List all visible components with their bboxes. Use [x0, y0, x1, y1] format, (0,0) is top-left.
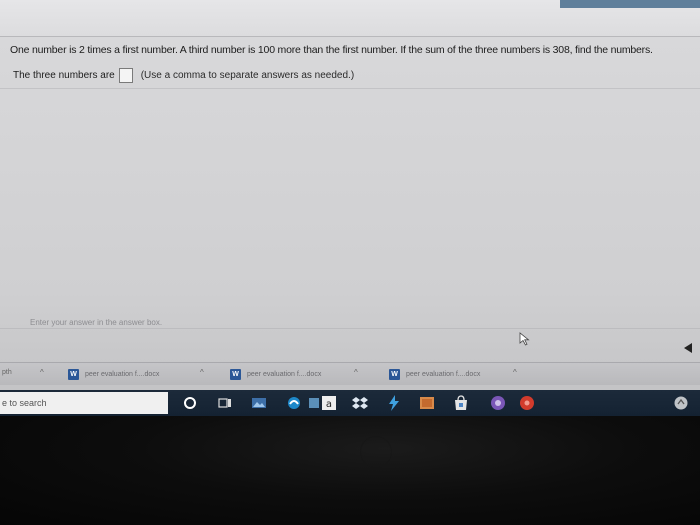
photos-app-icon[interactable] — [250, 394, 268, 412]
download-item[interactable]: W peer evaluation f....docx — [230, 367, 321, 381]
svg-text:a: a — [326, 399, 332, 410]
download-item-name: peer evaluation f....docx — [247, 370, 322, 378]
mouse-cursor-icon — [519, 332, 530, 346]
question-text: One number is 2 times a first number. A … — [10, 44, 653, 56]
hp-logo-icon — [360, 436, 392, 468]
downloads-bar: pth ^ W peer evaluation f....docx ^ W pe… — [0, 362, 700, 385]
answer-row: The three numbers are (Use a comma to se… — [13, 68, 354, 83]
windows-taskbar: e to search a — [0, 390, 700, 416]
header-bar — [0, 0, 700, 37]
divider — [0, 88, 700, 89]
task-view-icon[interactable] — [216, 394, 234, 412]
answer-label: The three numbers are — [13, 70, 115, 81]
lightning-icon[interactable] — [385, 394, 403, 412]
dropbox-icon[interactable] — [351, 394, 369, 412]
chevron-up-icon[interactable]: ^ — [40, 368, 44, 377]
edge-browser-icon[interactable] — [285, 394, 303, 412]
download-item-name: peer evaluation f....docx — [406, 370, 481, 378]
download-item-name: peer evaluation f....docx — [85, 370, 160, 378]
header-accent — [560, 0, 700, 8]
answer-hint: (Use a comma to separate answers as need… — [140, 70, 355, 81]
search-placeholder: e to search — [2, 398, 47, 408]
chevron-up-icon[interactable]: ^ — [200, 368, 204, 377]
status-message: Enter your answer in the answer box. — [30, 318, 163, 327]
word-file-icon: W — [68, 368, 79, 380]
word-file-icon: W — [230, 368, 241, 380]
chevron-up-icon[interactable]: ^ — [513, 368, 517, 377]
store-icon[interactable] — [452, 394, 470, 412]
download-item[interactable]: W peer evaluation f....docx — [68, 367, 159, 381]
system-tray-icon[interactable] — [672, 394, 690, 412]
media-app-icon[interactable] — [518, 394, 536, 412]
amazon-icon[interactable]: a — [320, 394, 338, 412]
chevron-left-icon[interactable] — [683, 342, 693, 354]
word-file-icon: W — [389, 368, 400, 380]
laptop-bezel — [0, 416, 700, 525]
cortana-icon[interactable] — [181, 394, 199, 412]
chevron-up-icon[interactable]: ^ — [354, 368, 358, 377]
download-item-stub[interactable]: pth — [2, 369, 12, 376]
answer-input[interactable] — [118, 68, 133, 83]
footer-divider — [0, 328, 700, 329]
download-item[interactable]: W peer evaluation f....docx — [389, 367, 480, 381]
taskbar-search-input[interactable]: e to search — [0, 392, 168, 414]
browser-window: One number is 2 times a first number. A … — [0, 0, 700, 390]
photo-app-icon[interactable] — [418, 394, 436, 412]
chrome-icon[interactable] — [489, 394, 507, 412]
